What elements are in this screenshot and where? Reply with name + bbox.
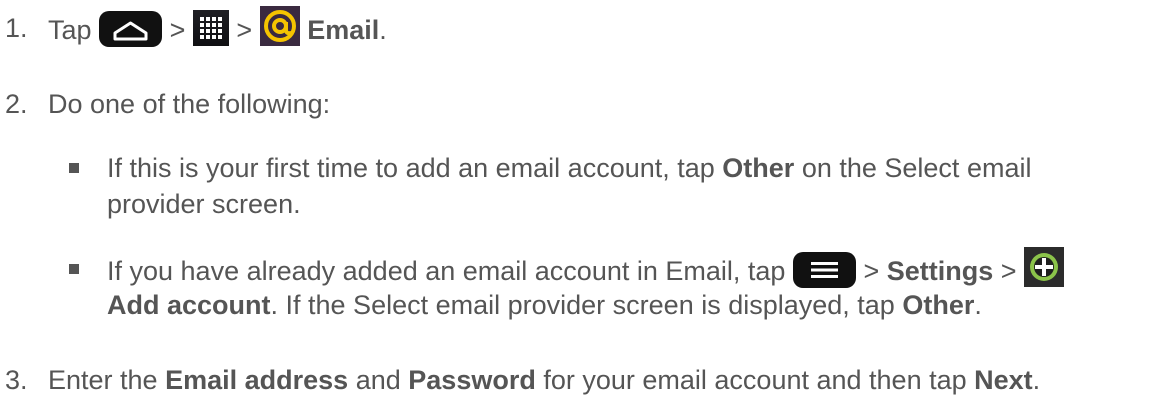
bullet-text: If this is your first time to add an ema…	[107, 152, 1031, 184]
step-text: Do one of the following:	[48, 89, 331, 119]
bullet-text: If you have already added an email accou…	[107, 247, 1065, 293]
email-address-label: Email address	[165, 365, 349, 395]
email-at-icon	[259, 6, 300, 46]
tap-label: Tap	[48, 15, 92, 46]
add-account-label: Add account	[107, 290, 271, 320]
step-text: Tap > > Email.	[48, 6, 387, 52]
settings-label: Settings	[886, 256, 994, 287]
text-span: on the Select email	[801, 153, 1032, 183]
other-label: Other	[902, 290, 975, 320]
step-number: 1.	[5, 13, 28, 43]
other-label: Other	[722, 153, 795, 183]
separator: >	[1000, 256, 1017, 287]
separator: >	[169, 15, 186, 46]
add-plus-icon	[1024, 247, 1065, 287]
password-label: Password	[408, 365, 536, 395]
separator: >	[236, 15, 253, 46]
bullet-text: provider screen.	[107, 189, 301, 219]
step-number: 3.	[5, 365, 28, 395]
punctuation: .	[379, 15, 387, 46]
punctuation: .	[974, 290, 982, 320]
bullet-1-marker	[69, 163, 79, 173]
apps-grid-icon	[192, 10, 229, 46]
menu-icon	[792, 252, 856, 288]
step-number: 2.	[5, 89, 28, 119]
bullet-2-marker	[69, 264, 79, 274]
punctuation: .	[1032, 365, 1041, 395]
home-icon	[99, 11, 163, 47]
next-label: Next	[974, 365, 1033, 395]
separator: >	[863, 256, 880, 287]
bullet-text: Add account. If the Select email provide…	[107, 289, 982, 321]
text-span: . If the Select email provider screen is…	[270, 290, 895, 320]
email-label: Email	[307, 15, 380, 46]
text-span: for your email account and then tap	[543, 365, 967, 395]
text-span: Enter the	[48, 365, 158, 395]
text-span: If this is your first time to add an ema…	[107, 153, 715, 183]
text-span: and	[355, 365, 401, 395]
text-span: If you have already added an email accou…	[107, 256, 786, 287]
step-text: Enter the Email address and Password for…	[48, 364, 1040, 396]
